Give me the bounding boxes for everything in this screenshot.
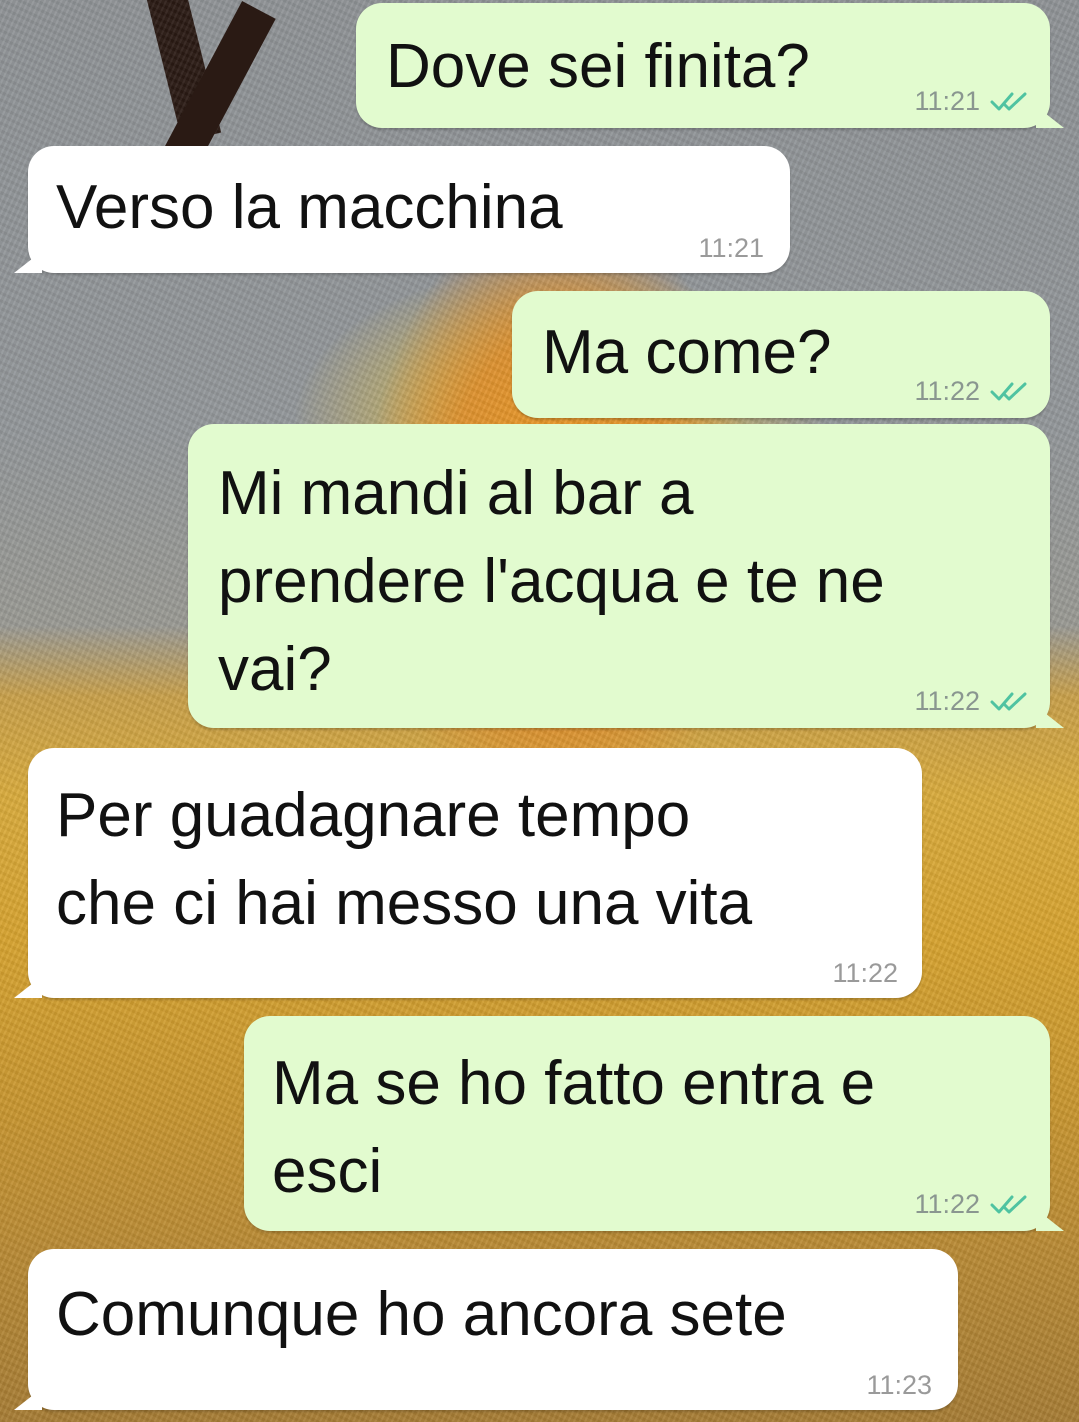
message-text: Ma se ho fatto entra e esci: [272, 1049, 876, 1206]
read-double-check-icon: [990, 1195, 1027, 1214]
message-time: 11:21: [914, 86, 980, 116]
message-text: Ma come?: [542, 318, 832, 387]
message-meta: 11:22: [914, 1189, 1030, 1219]
message-time: 11:22: [914, 376, 980, 406]
message-time: 11:21: [698, 233, 764, 263]
message-time: 11:23: [866, 1370, 932, 1400]
message-meta: 11:22: [914, 686, 1030, 716]
message-bubble-outgoing[interactable]: Mi mandi al bar a prendere l'acqua e te …: [188, 424, 1050, 728]
message-meta: 11:22: [914, 376, 1030, 406]
message-bubble-outgoing[interactable]: Dove sei finita? 11:21: [356, 3, 1050, 128]
message-bubble-incoming[interactable]: Per guadagnare tempo che ci hai messo un…: [28, 748, 922, 998]
message-bubble-outgoing[interactable]: Ma come? 11:22: [512, 291, 1050, 418]
message-text: Dove sei finita?: [386, 32, 810, 101]
read-double-check-icon: [990, 692, 1027, 711]
message-text: Verso la macchina: [56, 173, 563, 242]
read-double-check-icon: [990, 92, 1027, 111]
message-meta: 11:21: [698, 233, 764, 263]
message-text: Mi mandi al bar a prendere l'acqua e te …: [218, 459, 885, 704]
message-meta: 11:22: [832, 958, 898, 988]
message-text: Comunque ho ancora sete: [56, 1280, 787, 1349]
read-double-check-icon: [990, 382, 1027, 401]
message-time: 11:22: [832, 958, 898, 988]
message-text: Per guadagnare tempo che ci hai messo un…: [56, 781, 753, 938]
message-meta: 11:23: [866, 1370, 932, 1400]
message-bubble-incoming[interactable]: Verso la macchina 11:21: [28, 146, 790, 273]
message-bubble-outgoing[interactable]: Ma se ho fatto entra e esci 11:22: [244, 1016, 1050, 1231]
message-time: 11:22: [914, 686, 980, 716]
message-bubble-incoming[interactable]: Comunque ho ancora sete 11:23: [28, 1249, 958, 1410]
message-time: 11:22: [914, 1189, 980, 1219]
message-meta: 11:21: [914, 86, 1030, 116]
